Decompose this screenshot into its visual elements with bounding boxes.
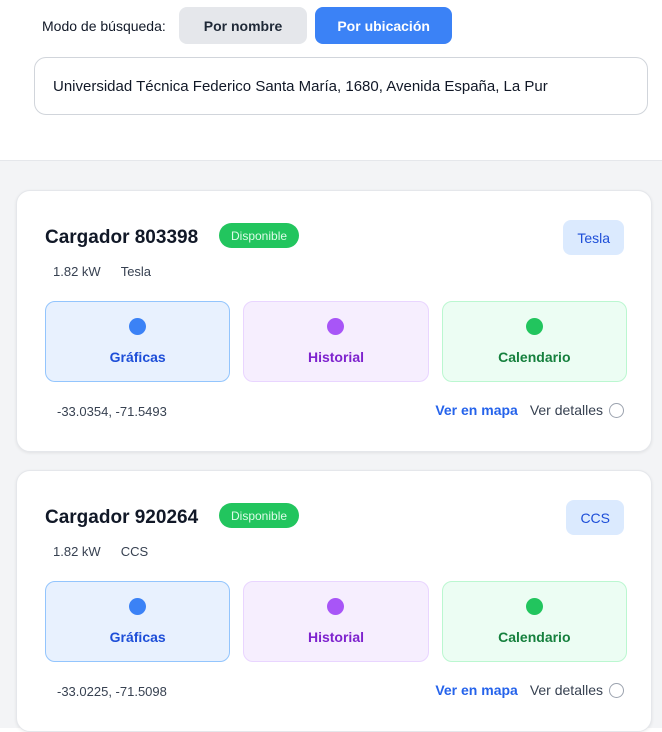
calendar-dot-icon	[525, 318, 543, 335]
connector-tag: Tesla	[563, 220, 624, 255]
history-label: Historial	[307, 349, 364, 365]
charger-meta: 1.82 kW CCS	[53, 544, 148, 559]
charts-dot-icon	[129, 318, 147, 335]
search-mode-label: Modo de búsqueda:	[42, 17, 166, 34]
card-links: Ver en mapa Ver detalles	[435, 682, 624, 698]
charger-power: 1.82 kW	[53, 264, 101, 279]
charger-coordinates: -33.0225, -71.5098	[57, 684, 167, 699]
charger-power: 1.82 kW	[53, 544, 101, 559]
charger-card: Cargador 803398 Disponible Tesla 1.82 kW…	[16, 190, 652, 452]
calendar-label: Calendario	[498, 629, 571, 645]
view-details-label: Ver detalles	[529, 682, 603, 698]
status-badge: Disponible	[219, 223, 300, 248]
charger-coordinates: -33.0354, -71.5493	[57, 404, 167, 419]
charger-actions: Gráficas Historial Calendario	[45, 301, 627, 382]
location-search-input[interactable]	[53, 77, 629, 95]
charger-title: Cargador 803398	[45, 227, 199, 248]
charger-list: Cargador 803398 Disponible Tesla 1.82 kW…	[0, 160, 662, 732]
calendar-button[interactable]: Calendario	[441, 581, 627, 662]
history-label: Historial	[307, 629, 364, 645]
charts-button[interactable]: Gráficas	[45, 301, 231, 382]
search-panel: Modo de búsqueda: Por nombre Por ubicaci…	[0, 0, 662, 160]
card-links: Ver en mapa Ver detalles	[435, 402, 624, 418]
view-details-checkbox[interactable]	[609, 682, 624, 698]
search-mode-row: Modo de búsqueda: Por nombre Por ubicaci…	[42, 7, 460, 44]
history-dot-icon	[327, 318, 345, 335]
mode-by-name-button[interactable]: Por nombre	[178, 7, 308, 44]
calendar-button[interactable]: Calendario	[441, 301, 627, 382]
calendar-label: Calendario	[498, 349, 571, 365]
view-details-label: Ver detalles	[529, 402, 603, 418]
charger-actions: Gráficas Historial Calendario	[45, 581, 627, 662]
history-button[interactable]: Historial	[243, 581, 429, 662]
charger-connector: CCS	[120, 544, 149, 559]
charts-label: Gráficas	[109, 629, 166, 645]
location-search-field[interactable]	[34, 57, 648, 115]
view-on-map-link[interactable]: Ver en mapa	[435, 402, 518, 418]
charts-dot-icon	[129, 598, 147, 615]
history-dot-icon	[327, 598, 345, 615]
mode-by-location-button[interactable]: Por ubicación	[315, 7, 452, 44]
charger-card: Cargador 920264 Disponible CCS 1.82 kW CC…	[16, 470, 652, 732]
history-button[interactable]: Historial	[243, 301, 429, 382]
connector-tag: CCS	[566, 500, 624, 535]
view-details-checkbox[interactable]	[609, 402, 624, 418]
status-badge: Disponible	[219, 503, 300, 528]
charts-label: Gráficas	[109, 349, 166, 365]
charger-title: Cargador 920264	[45, 507, 199, 528]
charts-button[interactable]: Gráficas	[45, 581, 231, 662]
view-on-map-link[interactable]: Ver en mapa	[435, 682, 518, 698]
charger-meta: 1.82 kW Tesla	[53, 264, 151, 279]
calendar-dot-icon	[525, 598, 543, 615]
charger-connector: Tesla	[120, 264, 152, 279]
